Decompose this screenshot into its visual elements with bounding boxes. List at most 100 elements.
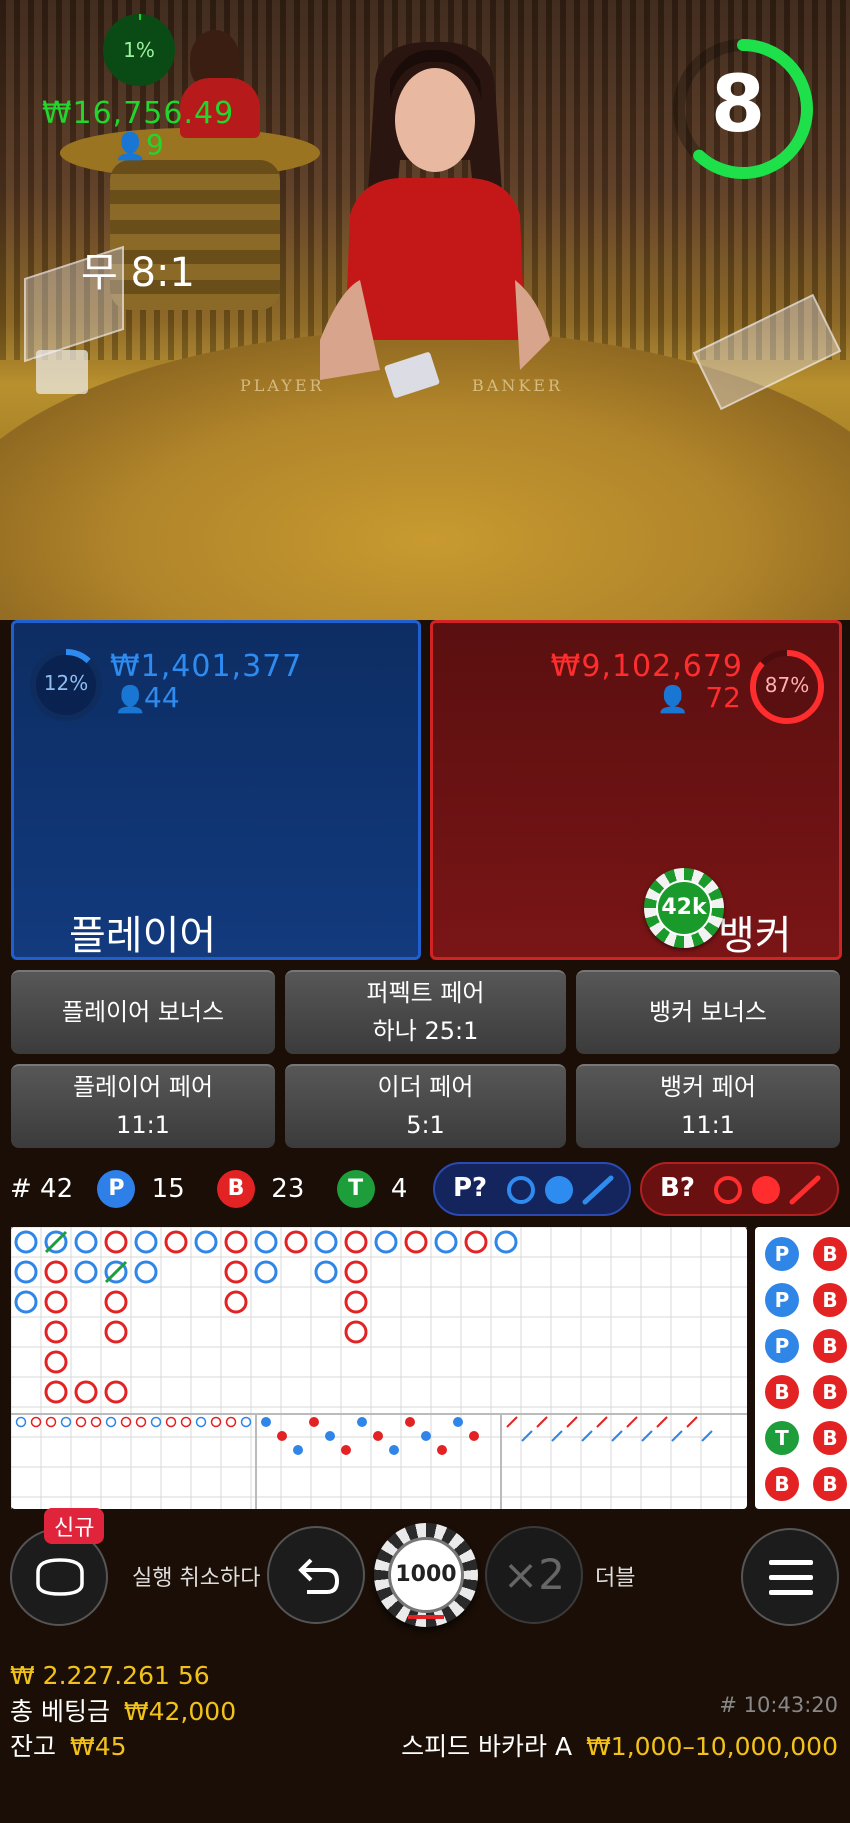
player-percent: 12% [43,671,89,695]
chip-value: 1000 [388,1537,464,1613]
cockroach-road-mark [656,1416,668,1428]
derived-road-mark [105,1416,117,1428]
total-bet: 총 베팅금 ₩42,000 [10,1692,236,1728]
perfect-pair-button[interactable]: 퍼펙트 페어 하나 25:1 [285,970,566,1054]
chip-stripe [408,1615,444,1619]
big-road-mark [404,1230,428,1254]
bead-road-item-next: B [813,1467,847,1501]
derived-road-mark [210,1416,222,1428]
undo-icon [298,1558,340,1594]
banker-bonus-button[interactable]: 뱅커 보너스 [576,970,840,1054]
cockroach-road-mark [551,1430,563,1442]
big-road-mark [44,1320,68,1344]
player-wins-count: 15 [151,1174,185,1204]
big-road-mark [74,1230,98,1254]
bead-road-item: B [765,1375,799,1409]
cockroach-road-mark [506,1416,518,1428]
small-road-mark [421,1431,431,1441]
big-road-mark [104,1380,128,1404]
cockroach-road-mark [611,1430,623,1442]
hamburger-icon [769,1560,813,1595]
banker-pair-payout: 11:1 [681,1111,735,1139]
banker-bonus-label: 뱅커 보너스 [648,998,768,1026]
scoreboard-grid [10,1226,747,1509]
table-print-player: PLAYER [240,376,325,395]
small-road-mark [325,1431,335,1441]
cockroach-road-mark [641,1430,653,1442]
derived-road-mark [180,1416,192,1428]
big-road-mark [104,1320,128,1344]
bead-road-preview[interactable]: PBPBPBBBTBBB [755,1227,850,1509]
dealer [320,41,550,380]
bead-road-item: P [765,1329,799,1363]
banker-label: 뱅커 [718,913,792,959]
cockroach-road-mark [521,1430,533,1442]
player-amount: ₩1,401,377 [110,649,303,684]
big-road-mark [314,1230,338,1254]
live-video-feed: PLAYER BANKER 8 [0,0,850,620]
round-stats: # 42 P 15 B 23 T 4 [10,1170,407,1214]
banker-prediction-button[interactable]: B? [640,1162,839,1216]
banker-pair-label: 뱅커 페어 [660,1073,756,1101]
table-info[interactable]: 스피드 바카라 A ₩1,000–10,000,000 [401,1727,838,1763]
player-bonus-label: 플레이어 보너스 [61,998,225,1026]
big-road-mark [74,1380,98,1404]
tie-amount: ₩16,756.49 [41,96,235,131]
player-pair-button[interactable]: 플레이어 페어 11:1 [11,1064,275,1148]
derived-road-mark [75,1416,87,1428]
player-wins-badge: P [97,1170,136,1208]
player-bet-area[interactable]: 12% ₩1,401,377 👤 44 플레이어 [11,620,421,960]
chip-selector[interactable]: 1000 [374,1523,478,1627]
tie-user-icon: 👤 [114,132,147,162]
big-road-mark [284,1230,308,1254]
menu-button[interactable] [741,1528,839,1626]
player-label: 플레이어 [69,913,217,959]
double-icon: ×2 [503,1550,565,1599]
big-road-mark [464,1230,488,1254]
scoreboard-roads[interactable] [10,1226,747,1509]
double-button[interactable]: ×2 [485,1526,583,1624]
player-prediction-button[interactable]: P? [433,1162,631,1216]
derived-road-mark [165,1416,177,1428]
balance-label: 잔고 [10,1732,57,1761]
big-road-mark [494,1230,518,1254]
bead-road-item-next: B [813,1329,847,1363]
undo-label: 실행 취소하다 [132,1566,261,1591]
round-time: # 10:43:20 [719,1693,838,1717]
total-bet-value: ₩42,000 [123,1697,237,1726]
small-road-mark [389,1445,399,1455]
win-amount: ₩ 2.227.261 56 [10,1661,210,1690]
perfect-pair-payout: 하나 25:1 [372,1017,479,1045]
new-badge: 신규 [44,1508,105,1544]
tie-label: 무 8:1 [81,250,195,296]
tie-count: 9 [146,128,164,161]
big-road-mark [344,1290,368,1314]
either-pair-payout: 5:1 [406,1111,445,1139]
double-label: 더블 [595,1566,636,1591]
chat-icon [36,1558,84,1596]
total-bet-label: 총 베팅금 [10,1697,110,1726]
banker-pair-button[interactable]: 뱅커 페어 11:1 [576,1064,840,1148]
small-road-mark [293,1445,303,1455]
cockroach-road-mark [536,1416,548,1428]
bead-road-item-next: B [813,1375,847,1409]
banker-bet-area[interactable]: ₩9,102,679 👤 72 87% 뱅커 42k [430,620,842,960]
balance: 잔고 ₩45 [10,1727,127,1763]
player-bonus-button[interactable]: 플레이어 보너스 [11,970,275,1054]
banker-user-icon: 👤 [656,685,689,715]
cockroach-road-mark [581,1430,593,1442]
small-road-mark [309,1417,319,1427]
placed-chip[interactable]: 42k [644,868,724,948]
player-user-icon: 👤 [114,685,147,715]
big-road-mark [44,1380,68,1404]
table-limits: ₩1,000–10,000,000 [586,1732,838,1761]
derived-road-mark [240,1416,252,1428]
player-count: 44 [144,681,180,714]
big-road-mark [374,1230,398,1254]
player-pair-payout: 11:1 [116,1111,170,1139]
balance-value: ₩45 [69,1732,127,1761]
undo-button[interactable] [267,1526,365,1624]
big-road-mark [224,1230,248,1254]
cockroach-road-mark [566,1416,578,1428]
either-pair-button[interactable]: 이더 페어 5:1 [285,1064,566,1148]
